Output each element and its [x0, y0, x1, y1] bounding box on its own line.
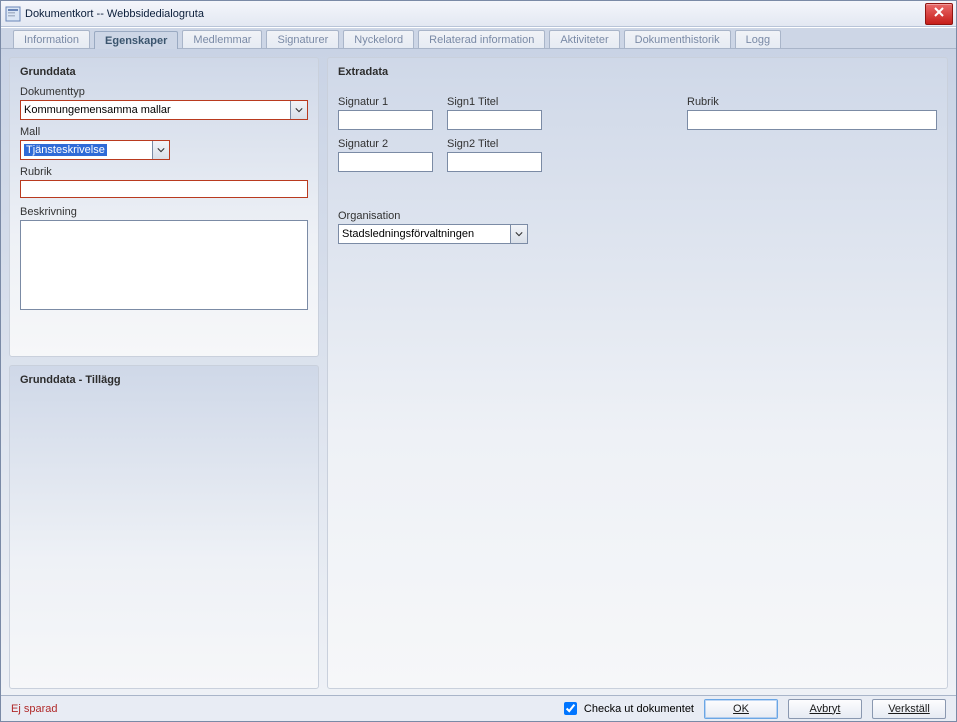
sign2titel-label: Sign2 Titel: [447, 138, 542, 150]
organisation-value: Stadsledningsförvaltningen: [342, 228, 474, 240]
extradata-title: Extradata: [338, 66, 937, 78]
avbryt-button[interactable]: Avbryt: [788, 699, 862, 719]
grunddata-panel: Grunddata Dokumenttyp Kommungemensamma m…: [9, 57, 319, 357]
tab-label: Signaturer: [277, 34, 328, 46]
sign2titel-input[interactable]: [447, 152, 542, 172]
tab-relaterad-information[interactable]: Relaterad information: [418, 30, 545, 48]
tab-aktiviteter[interactable]: Aktiviteter: [549, 30, 619, 48]
ok-button[interactable]: OK: [704, 699, 778, 719]
window-title: Dokumentkort -- Webbsidedialogruta: [25, 8, 204, 20]
status-text: Ej sparad: [11, 703, 57, 715]
checkout-checkbox[interactable]: [564, 702, 577, 715]
signatur2-field: Signatur 2: [338, 138, 433, 172]
button-label: OK: [733, 703, 749, 715]
close-button[interactable]: [925, 3, 953, 25]
sign1titel-label: Sign1 Titel: [447, 96, 542, 108]
tab-label: Relaterad information: [429, 34, 534, 46]
dialog-window: Dokumentkort -- Webbsidedialogruta Infor…: [0, 0, 957, 722]
app-icon: [5, 6, 21, 22]
tab-label: Information: [24, 34, 79, 46]
grunddata-title: Grunddata: [20, 66, 308, 78]
checkout-checkbox-wrap[interactable]: Checka ut dokumentet: [560, 699, 694, 718]
extradata-panel: Extradata Signatur 1 Sign1 Titel: [327, 57, 948, 689]
organisation-select[interactable]: Stadsledningsförvaltningen: [338, 224, 528, 244]
tab-label: Nyckelord: [354, 34, 403, 46]
dokumenttyp-select[interactable]: Kommungemensamma mallar: [20, 100, 308, 120]
organisation-field: Organisation Stadsledningsförvaltningen: [338, 210, 937, 244]
close-icon: [934, 7, 944, 20]
verkstall-button[interactable]: Verkställ: [872, 699, 946, 719]
rubrik-label-left: Rubrik: [20, 166, 308, 178]
tab-strip: Information Egenskaper Medlemmar Signatu…: [1, 27, 956, 49]
rubrik-input-left[interactable]: [20, 180, 308, 198]
sign2titel-field: Sign2 Titel: [447, 138, 542, 172]
sign1titel-field: Sign1 Titel: [447, 96, 542, 130]
right-column: Extradata Signatur 1 Sign1 Titel: [327, 57, 948, 689]
mall-value: Tjänsteskrivelse: [24, 144, 107, 156]
footer: Ej sparad Checka ut dokumentet OK Avbryt…: [1, 695, 956, 721]
beskrivning-label: Beskrivning: [20, 206, 308, 218]
rubrik-label-right: Rubrik: [687, 96, 937, 108]
button-label: Verkställ: [888, 703, 930, 715]
beskrivning-field: Beskrivning: [20, 206, 308, 313]
tab-egenskaper[interactable]: Egenskaper: [94, 31, 178, 49]
signatur1-label: Signatur 1: [338, 96, 433, 108]
body-area: Grunddata Dokumenttyp Kommungemensamma m…: [1, 49, 956, 695]
titlebar: Dokumentkort -- Webbsidedialogruta: [1, 1, 956, 27]
signatur2-label: Signatur 2: [338, 138, 433, 150]
mall-field: Mall Tjänsteskrivelse: [20, 126, 308, 160]
tab-label: Aktiviteter: [560, 34, 608, 46]
dokumenttyp-field: Dokumenttyp Kommungemensamma mallar: [20, 86, 308, 120]
tab-signaturer[interactable]: Signaturer: [266, 30, 339, 48]
mall-label: Mall: [20, 126, 308, 138]
tab-information[interactable]: Information: [13, 30, 90, 48]
chevron-down-icon: [152, 141, 169, 159]
signatur1-input[interactable]: [338, 110, 433, 130]
chevron-down-icon: [290, 101, 307, 119]
signatur2-input[interactable]: [338, 152, 433, 172]
rubrik-input-right[interactable]: [687, 110, 937, 130]
rubrik-field-right: Rubrik: [687, 96, 937, 172]
dokumenttyp-value: Kommungemensamma mallar: [24, 104, 171, 116]
organisation-label: Organisation: [338, 210, 937, 222]
tab-logg[interactable]: Logg: [735, 30, 781, 48]
footer-right: Checka ut dokumentet OK Avbryt Verkställ: [560, 699, 946, 719]
left-column: Grunddata Dokumenttyp Kommungemensamma m…: [9, 57, 319, 689]
dokumenttyp-label: Dokumenttyp: [20, 86, 308, 98]
tab-medlemmar[interactable]: Medlemmar: [182, 30, 262, 48]
tab-dokumenthistorik[interactable]: Dokumenthistorik: [624, 30, 731, 48]
grunddata-tillagg-panel: Grunddata - Tillägg: [9, 365, 319, 689]
signatur1-field: Signatur 1: [338, 96, 433, 130]
checkout-checkbox-label: Checka ut dokumentet: [584, 703, 694, 715]
grunddata-tillagg-title: Grunddata - Tillägg: [20, 374, 308, 386]
rubrik-field-left: Rubrik: [20, 166, 308, 198]
tab-label: Dokumenthistorik: [635, 34, 720, 46]
tab-label: Egenskaper: [105, 35, 167, 47]
chevron-down-icon: [510, 225, 527, 243]
sign1titel-input[interactable]: [447, 110, 542, 130]
button-label: Avbryt: [810, 703, 841, 715]
mall-select[interactable]: Tjänsteskrivelse: [20, 140, 170, 160]
tab-nyckelord[interactable]: Nyckelord: [343, 30, 414, 48]
tab-label: Logg: [746, 34, 770, 46]
tab-label: Medlemmar: [193, 34, 251, 46]
beskrivning-textarea[interactable]: [20, 220, 308, 310]
